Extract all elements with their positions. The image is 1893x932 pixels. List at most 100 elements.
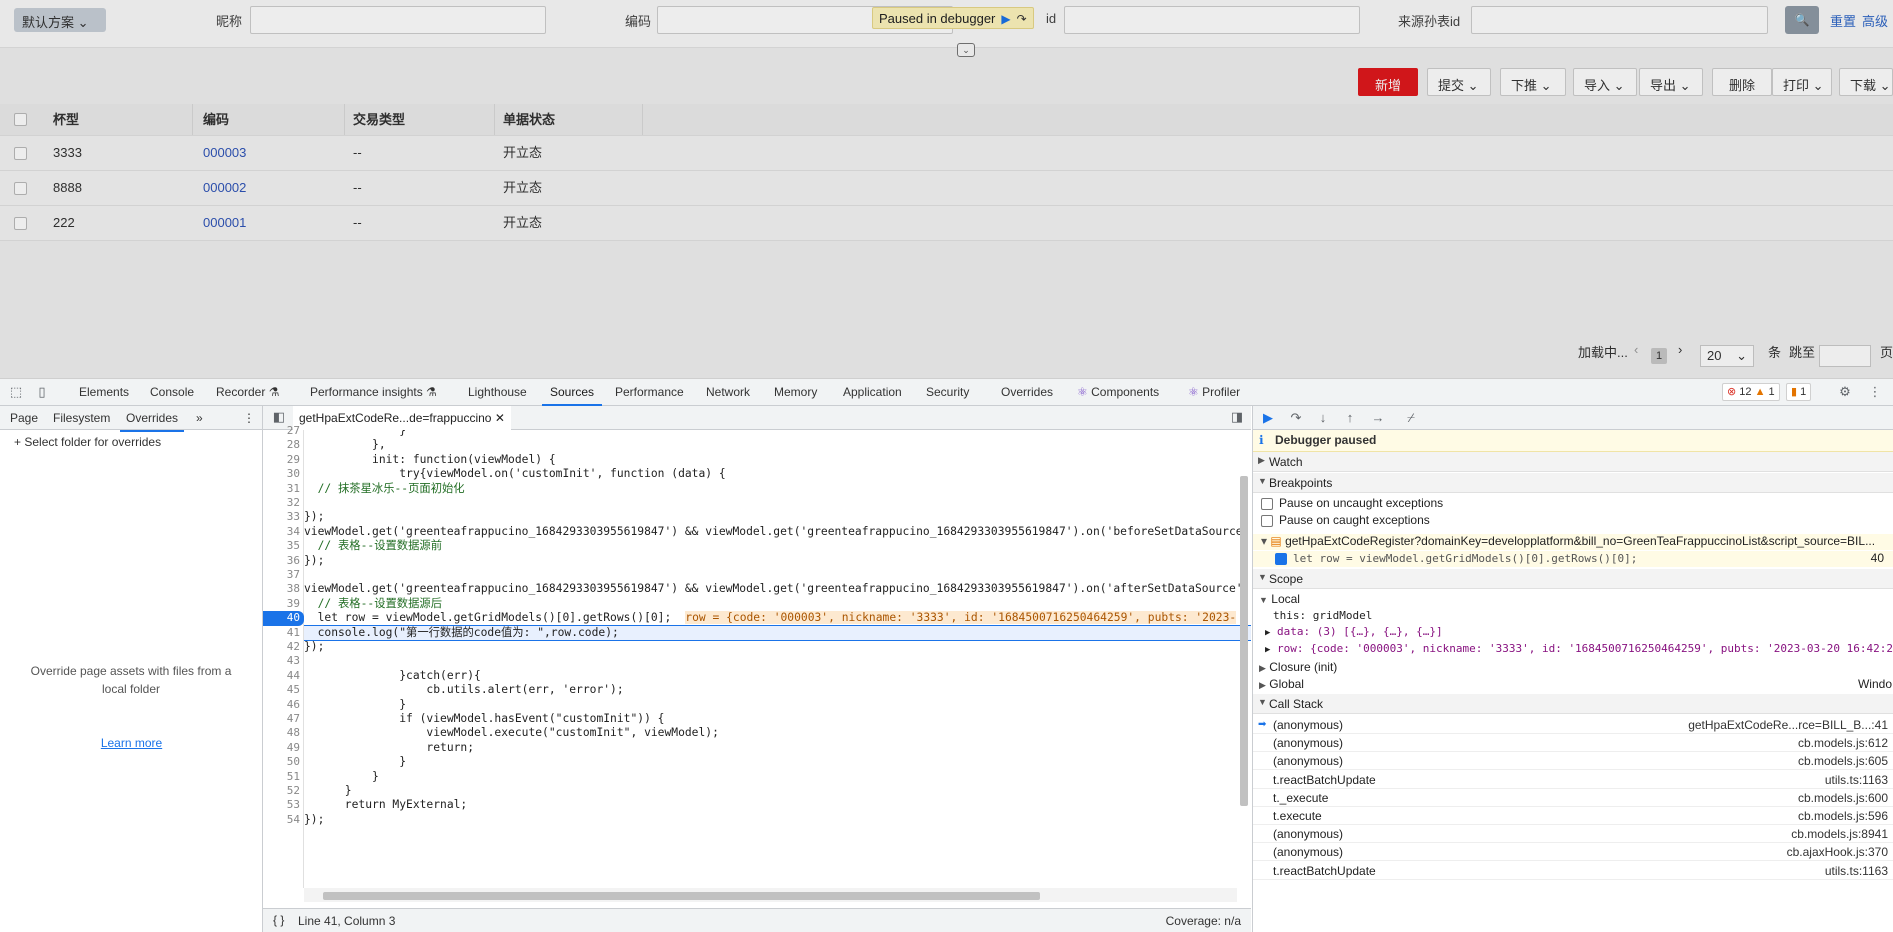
tab-console[interactable]: Console: [150, 379, 194, 406]
issues-badge[interactable]: ⊗ 12 ▲ 1: [1722, 383, 1780, 401]
frame-location[interactable]: cb.models.js:600: [1798, 789, 1888, 807]
push-button[interactable]: 下推 ⌄: [1500, 68, 1566, 96]
toggle-navigator-icon[interactable]: ◧: [271, 409, 287, 425]
code-area[interactable]: } }, init: function(viewModel) { try{vie…: [304, 430, 1251, 888]
file-tab[interactable]: getHpaExtCodeRe...de=frappuccino ✕: [293, 406, 511, 430]
line-number[interactable]: 28: [263, 438, 304, 452]
breakpoints-section[interactable]: ▼ Breakpoints: [1253, 473, 1893, 493]
info-badge[interactable]: ▮ 1: [1786, 383, 1812, 401]
line-number[interactable]: 43: [263, 654, 304, 668]
line-number[interactable]: 48: [263, 726, 304, 740]
device-toolbar-icon[interactable]: ▯: [34, 384, 50, 400]
line-number[interactable]: 31: [263, 482, 304, 496]
line-number[interactable]: 52: [263, 784, 304, 798]
call-stack-frame[interactable]: (anonymous) cb.models.js:605: [1253, 752, 1893, 771]
line-number[interactable]: 49: [263, 741, 304, 755]
page-size-select[interactable]: 20 ⌄: [1700, 345, 1754, 367]
call-stack-frame[interactable]: (anonymous) cb.models.js:8941: [1253, 825, 1893, 844]
collapse-filter-toggle[interactable]: ⌄: [957, 43, 975, 57]
download-button[interactable]: 下载 ⌄: [1839, 68, 1893, 96]
line-number[interactable]: 45: [263, 683, 304, 697]
export-button[interactable]: 导出 ⌄: [1639, 68, 1703, 96]
submit-button[interactable]: 提交 ⌄: [1427, 68, 1491, 96]
frame-location[interactable]: cb.ajaxHook.js:370: [1787, 843, 1888, 861]
frame-location[interactable]: utils.ts:1163: [1825, 862, 1888, 880]
resume-icon[interactable]: ▶: [1001, 12, 1010, 26]
pause-uncaught-checkbox[interactable]: [1261, 497, 1273, 510]
id-input[interactable]: [1064, 6, 1360, 34]
line-number[interactable]: 53: [263, 798, 304, 812]
scheme-select[interactable]: 默认方案 ⌄: [14, 8, 106, 32]
line-number[interactable]: 47: [263, 712, 304, 726]
line-number[interactable]: 42: [263, 640, 304, 654]
search-button[interactable]: 🔍: [1785, 6, 1819, 34]
more-tabs-icon[interactable]: »: [196, 406, 203, 430]
frame-location[interactable]: cb.models.js:8941: [1791, 825, 1888, 843]
cell-code-link[interactable]: 000002: [195, 171, 246, 205]
tab-performance-insights[interactable]: Performance insights ⚗: [310, 379, 437, 406]
frame-location[interactable]: cb.models.js:605: [1798, 752, 1888, 770]
line-number[interactable]: 44: [263, 669, 304, 683]
frame-location[interactable]: cb.models.js:612: [1798, 734, 1888, 752]
step-out-icon[interactable]: ↑: [1341, 410, 1359, 426]
breakpoint-checkbox[interactable]: [1275, 552, 1287, 565]
table-row[interactable]: 3333 000003 -- 开立态: [0, 136, 1893, 171]
prev-page-icon[interactable]: ‹: [1634, 342, 1638, 366]
line-number[interactable]: 41: [263, 626, 304, 640]
import-button[interactable]: 导入 ⌄: [1573, 68, 1637, 96]
call-stack-frame[interactable]: t.reactBatchUpdate utils.ts:1163: [1253, 771, 1893, 789]
advanced-link[interactable]: 高级: [1862, 11, 1888, 30]
header-code[interactable]: 编码: [195, 104, 345, 135]
nav-tab-page[interactable]: Page: [10, 406, 38, 430]
call-stack-frame[interactable]: t.reactBatchUpdate utils.ts:1163: [1253, 862, 1893, 880]
line-number[interactable]: 50: [263, 755, 304, 769]
tab-profiler[interactable]: ⚛ Profiler: [1188, 379, 1240, 406]
row-checkbox[interactable]: [14, 217, 27, 230]
line-number[interactable]: 39: [263, 597, 304, 611]
reset-link[interactable]: 重置: [1830, 11, 1856, 30]
watch-section[interactable]: ▶ Watch: [1253, 452, 1893, 472]
scope-local[interactable]: ▼ Local: [1259, 592, 1893, 606]
call-stack-frame[interactable]: (anonymous) cb.ajaxHook.js:370: [1253, 843, 1893, 862]
add-button[interactable]: 新增: [1358, 68, 1418, 96]
toggle-debugger-icon[interactable]: ◨: [1229, 409, 1245, 425]
cell-code-link[interactable]: 000003: [195, 136, 246, 170]
line-number[interactable]: 37: [263, 568, 304, 582]
line-number[interactable]: 51: [263, 770, 304, 784]
frame-location[interactable]: getHpaExtCodeRe...rce=BILL_B...:41: [1688, 716, 1888, 734]
line-number[interactable]: 29: [263, 453, 304, 467]
select-folder-button[interactable]: + Select folder for overrides: [14, 435, 161, 449]
breakpoint-line-number[interactable]: 40: [263, 611, 304, 626]
header-status[interactable]: 单据状态: [495, 104, 643, 135]
deactivate-breakpoints-icon[interactable]: ⌿: [1402, 410, 1420, 426]
more-options-icon[interactable]: ⋮: [1867, 384, 1883, 400]
call-stack-frame[interactable]: t.execute cb.models.js:596: [1253, 807, 1893, 825]
learn-more-link[interactable]: Learn more: [0, 736, 263, 750]
line-number[interactable]: 54: [263, 813, 304, 827]
tab-lighthouse[interactable]: Lighthouse: [468, 379, 527, 406]
tab-memory[interactable]: Memory: [774, 379, 817, 406]
tab-elements[interactable]: Elements: [79, 379, 129, 406]
callstack-section[interactable]: ▼ Call Stack: [1253, 694, 1893, 714]
table-row[interactable]: 8888 000002 -- 开立态: [0, 171, 1893, 206]
gear-icon[interactable]: ⚙: [1837, 384, 1853, 400]
scope-data[interactable]: ▶ data: (3) [{…}, {…}, {…}]: [1265, 625, 1893, 638]
pretty-print-icon[interactable]: { }: [273, 913, 284, 927]
scope-closure[interactable]: ▶ Closure (init): [1259, 660, 1893, 674]
tab-overrides[interactable]: Overrides: [1001, 379, 1053, 406]
breakpoint-file[interactable]: ▾ ▤ getHpaExtCodeRegister?domainKey=deve…: [1253, 534, 1893, 550]
scope-section[interactable]: ▼ Scope: [1253, 569, 1893, 589]
tab-application[interactable]: Application: [843, 379, 902, 406]
line-number[interactable]: 30: [263, 467, 304, 481]
line-number[interactable]: 46: [263, 698, 304, 712]
call-stack-frame[interactable]: ➡ (anonymous) getHpaExtCodeRe...rce=BILL_B…: [1253, 716, 1893, 734]
line-number[interactable]: 35: [263, 539, 304, 553]
cell-code-link[interactable]: 000001: [195, 206, 246, 240]
line-number[interactable]: 38: [263, 582, 304, 596]
step-into-icon[interactable]: ↓: [1314, 410, 1332, 426]
frame-location[interactable]: utils.ts:1163: [1825, 771, 1888, 789]
nav-tab-overrides[interactable]: Overrides: [120, 406, 185, 432]
pause-caught-option[interactable]: Pause on caught exceptions: [1261, 513, 1893, 527]
frame-location[interactable]: cb.models.js:596: [1798, 807, 1888, 825]
step-icon[interactable]: →: [1369, 410, 1387, 426]
